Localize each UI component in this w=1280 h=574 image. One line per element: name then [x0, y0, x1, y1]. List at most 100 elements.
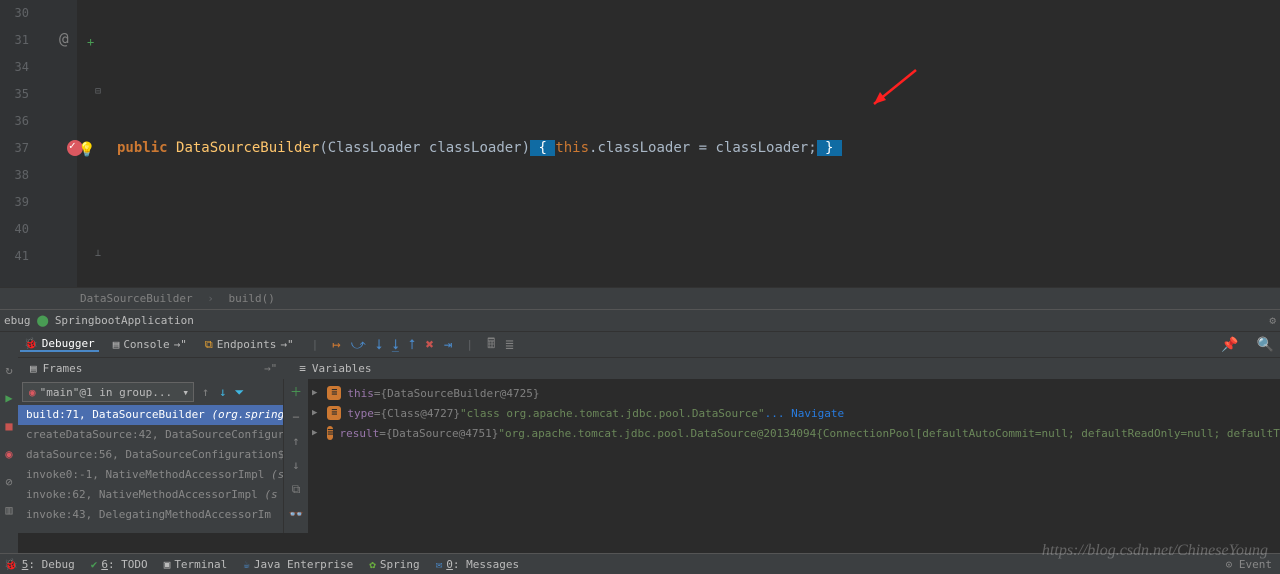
- up-icon[interactable]: ↑: [292, 434, 299, 448]
- stack-frame[interactable]: createDataSource:42, DataSourceConfigur: [18, 425, 283, 445]
- status-java[interactable]: ☕Java Enterprise: [243, 558, 353, 571]
- todo-icon: ✔: [91, 558, 98, 571]
- debug-tool-window-header[interactable]: ebug ⬤ SpringbootApplication ⚙: [0, 309, 1280, 331]
- glasses-icon[interactable]: 👓: [289, 507, 304, 521]
- variables-panel[interactable]: ▶≡this = {DataSourceBuilder@4725} ▶≡type…: [308, 379, 1280, 533]
- bug-icon: 🐞: [4, 558, 18, 571]
- line-number[interactable]: 31: [0, 27, 29, 54]
- evaluate-icon[interactable]: 🖩: [487, 333, 495, 357]
- field-badge-icon: ≡: [327, 386, 341, 400]
- line-number[interactable]: 35: [0, 81, 29, 108]
- thread-dropdown[interactable]: ◉ "main"@1 in group... ▾: [22, 382, 194, 402]
- debug-panels-header: ▤Frames →" ≡Variables: [18, 357, 1280, 379]
- remove-watch-icon[interactable]: −: [292, 410, 299, 424]
- debugger-icon: 🐞: [24, 337, 38, 350]
- stack-frame[interactable]: dataSource:56, DataSourceConfiguration$: [18, 445, 283, 465]
- status-spring[interactable]: ✿Spring: [369, 558, 419, 571]
- code-editor[interactable]: 30 31 34 35 36 37 38 39 40 41 @ + ⊟ ⊥ ✓ …: [0, 0, 1280, 287]
- stack-frame[interactable]: invoke:62, NativeMethodAccessorImpl (s: [18, 485, 283, 505]
- view-breakpoints-icon[interactable]: ◉: [5, 447, 12, 461]
- variables-icon: ≡: [299, 362, 306, 375]
- spring-icon: ✿: [369, 558, 376, 571]
- force-step-into-icon[interactable]: ⭣̲: [392, 337, 399, 353]
- pin-icon[interactable]: 📌: [1221, 337, 1238, 353]
- console-icon: ▤: [113, 338, 120, 351]
- expand-icon[interactable]: ▶: [312, 408, 317, 418]
- variables-label: Variables: [312, 362, 372, 375]
- status-bar: 🐞5: Debug ✔6: TODO ▣Terminal ☕Java Enter…: [0, 553, 1280, 574]
- line-number[interactable]: 36: [0, 108, 29, 135]
- line-number[interactable]: 40: [0, 216, 29, 243]
- filter-icon[interactable]: ⏷: [234, 385, 244, 400]
- event-icon: ⊙: [1226, 558, 1233, 571]
- override-icon[interactable]: @: [59, 29, 69, 48]
- event-log[interactable]: ⊙ Event: [1226, 558, 1272, 571]
- messages-icon: ✉: [436, 558, 443, 571]
- debugger-toolbar: 🐞Debugger ▤Console→" ⧉Endpoints→" | ↦ ⤻ …: [0, 331, 1280, 357]
- copy-icon[interactable]: ⧉: [292, 482, 301, 497]
- run-config-name[interactable]: SpringbootApplication: [55, 314, 194, 327]
- tab-debugger[interactable]: 🐞Debugger: [20, 337, 99, 352]
- resume-icon[interactable]: ▶: [5, 391, 12, 405]
- line-number[interactable]: 37: [0, 135, 29, 162]
- chevron-right-icon: ›: [207, 292, 214, 305]
- stack-frame[interactable]: invoke0:-1, NativeMethodAccessorImpl (s: [18, 465, 283, 485]
- debug-label: ebug: [4, 314, 31, 327]
- line-number[interactable]: 34: [0, 54, 29, 81]
- variable-row[interactable]: ▶≡result = {DataSource@4751} "org.apache…: [308, 423, 1280, 443]
- bug-icon: ⬤: [37, 314, 49, 327]
- line-number-gutter[interactable]: 30 31 34 35 36 37 38 39 40 41: [0, 0, 35, 287]
- status-messages[interactable]: ✉0: Messages: [436, 558, 519, 571]
- line-number[interactable]: 41: [0, 243, 29, 270]
- search-icon[interactable]: 🔍: [1257, 337, 1274, 353]
- layout-icon[interactable]: ▥: [5, 503, 12, 517]
- expand-icon[interactable]: ▶: [312, 388, 317, 398]
- down-icon[interactable]: ↓: [292, 458, 299, 472]
- breakpoint-check-icon: ✓: [69, 139, 76, 152]
- field-badge-icon: ≡: [327, 406, 341, 420]
- rerun-icon[interactable]: ↻: [5, 363, 12, 377]
- frames-panel[interactable]: ◉ "main"@1 in group... ▾ ↑ ↓ ⏷ build:71,…: [18, 379, 284, 533]
- breadcrumb[interactable]: DataSourceBuilder › build(): [0, 287, 1280, 309]
- frames-icon: ▤: [30, 362, 37, 375]
- terminal-icon: ▣: [164, 558, 171, 571]
- status-terminal[interactable]: ▣Terminal: [164, 558, 228, 571]
- java-icon: ☕: [243, 558, 250, 571]
- step-out-icon[interactable]: ⭡: [409, 337, 416, 353]
- debug-run-controls: ↻ ▶ ■ ◉ ⊘ ▥: [0, 357, 18, 556]
- line-number[interactable]: 39: [0, 189, 29, 216]
- expand-icon[interactable]: ▶: [312, 428, 317, 438]
- mute-breakpoints-icon[interactable]: ⊘: [5, 475, 12, 489]
- trace-icon[interactable]: ≣: [505, 337, 513, 353]
- new-watch-icon[interactable]: ＋: [290, 383, 302, 400]
- line-number[interactable]: 30: [0, 0, 29, 27]
- drop-frame-icon[interactable]: ✖: [425, 337, 433, 353]
- stack-frame[interactable]: invoke:43, DelegatingMethodAccessorIm: [18, 505, 283, 525]
- status-todo[interactable]: ✔6: TODO: [91, 558, 148, 571]
- stop-icon[interactable]: ■: [5, 419, 12, 433]
- field-badge-icon: ≡: [327, 426, 333, 440]
- line-number[interactable]: 38: [0, 162, 29, 189]
- endpoints-icon: ⧉: [205, 338, 213, 352]
- chevron-down-icon: ▾: [182, 386, 189, 399]
- gear-icon[interactable]: ⚙: [1269, 314, 1276, 327]
- breadcrumb-item[interactable]: DataSourceBuilder: [80, 292, 193, 305]
- watches-toolbar: ＋ − ↑ ↓ ⧉ 👓: [284, 379, 308, 533]
- stack-frame[interactable]: build:71, DataSourceBuilder (org.springf…: [18, 405, 283, 425]
- variable-row[interactable]: ▶≡this = {DataSourceBuilder@4725}: [308, 383, 1280, 403]
- show-execution-icon[interactable]: ↦: [332, 337, 340, 353]
- step-over-icon[interactable]: ⤻: [351, 337, 366, 353]
- tab-endpoints[interactable]: ⧉Endpoints→": [201, 338, 298, 352]
- variable-row[interactable]: ▶≡type = {Class@4727} "class org.apache.…: [308, 403, 1280, 423]
- status-debug[interactable]: 🐞5: Debug: [4, 558, 75, 571]
- run-to-cursor-icon[interactable]: ⇥: [444, 337, 452, 353]
- prev-frame-icon[interactable]: ↑: [202, 385, 209, 399]
- navigate-link[interactable]: ... Navigate: [765, 407, 844, 420]
- step-into-icon[interactable]: ⭣: [376, 337, 383, 353]
- breadcrumb-item[interactable]: build(): [228, 292, 274, 305]
- tab-console[interactable]: ▤Console→": [109, 338, 191, 351]
- gutter-icons: @ + ⊟ ⊥ ✓: [35, 0, 77, 287]
- thread-breakpoint-icon: ◉: [29, 386, 36, 399]
- next-frame-icon[interactable]: ↓: [219, 385, 226, 399]
- code-area[interactable]: public DataSourceBuilder(ClassLoader cla…: [77, 0, 1280, 287]
